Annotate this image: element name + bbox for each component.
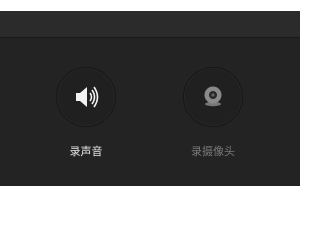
speaker-icon (76, 86, 99, 108)
record-webcam-circle[interactable] (183, 67, 243, 127)
record-audio-button[interactable]: 录声音 (46, 67, 126, 163)
panel-header (0, 11, 300, 38)
recording-panel: 录声音 录摄像头 (0, 11, 300, 186)
record-audio-label: 录声音 (69, 145, 103, 158)
record-webcam-label: 录摄像头 (191, 145, 235, 158)
webcam-icon (204, 86, 222, 107)
record-webcam-button[interactable]: 录摄像头 (173, 67, 253, 163)
record-audio-circle[interactable] (56, 67, 116, 127)
